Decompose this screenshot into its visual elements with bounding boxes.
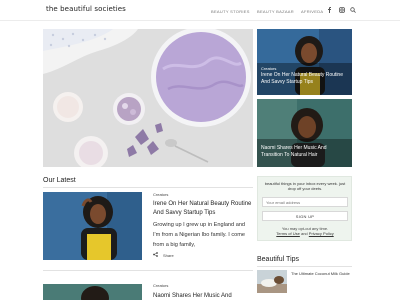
- nav-afriveda[interactable]: AFRIVEDA: [301, 9, 323, 14]
- newsletter-note: You may opt-out any time. Terms of Use a…: [262, 226, 348, 236]
- featured-title[interactable]: Naomi Shares Her Music And Transition To…: [261, 145, 349, 159]
- section-divider: [43, 187, 253, 188]
- hero-image[interactable]: [43, 29, 253, 167]
- section-title-beautiful-tips: Beautiful Tips: [257, 256, 300, 263]
- and-text: and: [300, 231, 308, 236]
- share-label: Share: [163, 252, 174, 258]
- terms-link[interactable]: Terms of Use: [276, 231, 300, 236]
- privacy-link[interactable]: Privacy Policy: [309, 231, 334, 236]
- instagram-icon[interactable]: [338, 6, 345, 13]
- featured-card-naomi[interactable]: Naomi Shares Her Music And Transition To…: [257, 99, 352, 167]
- section-divider: [257, 266, 352, 267]
- article-thumbnail[interactable]: [43, 192, 142, 260]
- email-field[interactable]: [262, 197, 348, 207]
- article-category[interactable]: Creators: [153, 192, 168, 197]
- header-divider: [0, 20, 400, 21]
- article-title[interactable]: Irene On Her Natural Beauty Routine And …: [153, 200, 253, 218]
- sign-up-button[interactable]: SIGN UP: [262, 211, 348, 221]
- section-title-our-latest: Our Latest: [43, 177, 76, 184]
- facebook-icon[interactable]: [326, 6, 333, 13]
- article-divider: [43, 270, 253, 271]
- search-icon[interactable]: [349, 6, 356, 13]
- site-logo[interactable]: the beautiful societies: [46, 5, 126, 13]
- featured-title[interactable]: Irene On Her Natural Beauty Routine And …: [261, 72, 349, 86]
- tip-title[interactable]: The Ultimate Coconut Milk Guide: [291, 271, 351, 276]
- article-title[interactable]: Naomi Shares Her Music And Transition: [153, 292, 253, 300]
- featured-category[interactable]: Creators: [261, 66, 276, 71]
- article-category[interactable]: Creators: [153, 283, 168, 288]
- featured-card-irene[interactable]: Creators Irene On Her Natural Beauty Rou…: [257, 29, 352, 95]
- nav-beauty-bazaar[interactable]: BEAUTY BAZAAR: [257, 9, 294, 14]
- nav-beauty-stories[interactable]: BEAUTY STORIES: [211, 9, 250, 14]
- article-thumbnail[interactable]: [43, 284, 142, 300]
- share-icon: [153, 252, 158, 258]
- share-button[interactable]: Share: [153, 252, 174, 258]
- newsletter-text: beautiful things in your inbox every wee…: [264, 181, 346, 191]
- article-excerpt: Growing up I grew up in England and I'm …: [153, 222, 246, 248]
- tip-thumbnail[interactable]: [257, 270, 287, 293]
